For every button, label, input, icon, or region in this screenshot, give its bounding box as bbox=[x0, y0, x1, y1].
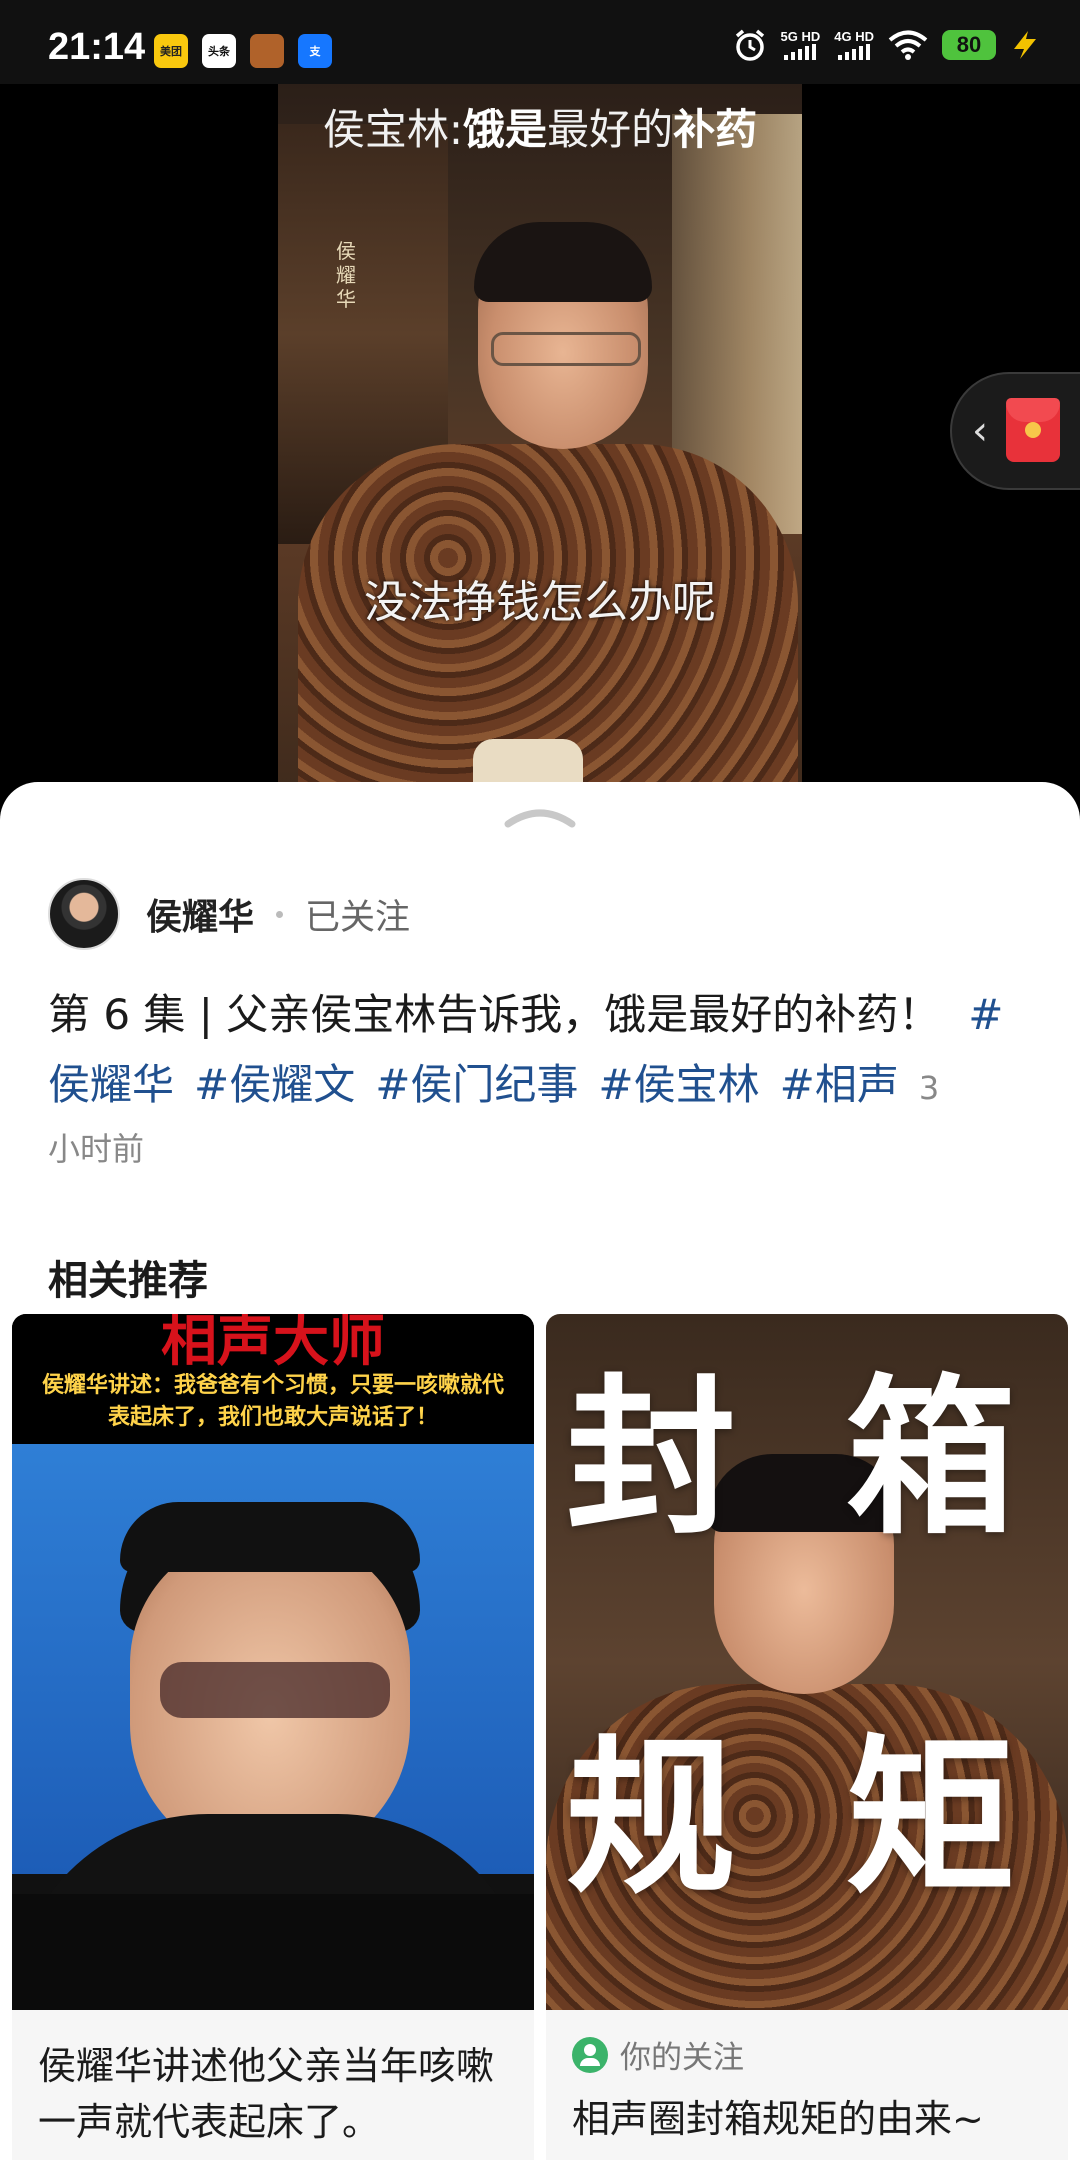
signal-4g: 4G HD bbox=[834, 30, 874, 60]
video-player[interactable]: 侯耀华 侯宝林:饿是最好的补药 没法挣钱怎么办呢 bbox=[0, 84, 1080, 804]
alipay-app-icon: 支 bbox=[298, 34, 332, 68]
red-packet-icon bbox=[1006, 398, 1060, 462]
time-ago-unit: 小时前 bbox=[48, 1130, 145, 1168]
recommendations-title: 相关推荐 bbox=[48, 1258, 208, 1304]
signal-bars-icon bbox=[834, 44, 874, 60]
hashtag[interactable]: #侯宝林 bbox=[598, 1060, 759, 1109]
hashtag[interactable]: #侯门纪事 bbox=[375, 1060, 578, 1109]
card-thumbnail[interactable]: 封 箱 规 矩 bbox=[546, 1314, 1068, 2010]
thumb-headline: 相声大师 bbox=[161, 1314, 385, 1374]
video-subtitle: 没法挣钱怎么办呢 bbox=[364, 577, 716, 628]
thumb-char: 矩 bbox=[846, 1720, 1017, 1918]
chevron-left-icon: ‹ bbox=[972, 408, 988, 454]
wifi-icon bbox=[888, 30, 928, 60]
video-title-bold: 补药 bbox=[673, 105, 758, 154]
signal-5g: 5G HD bbox=[780, 29, 821, 60]
signal-bars-icon bbox=[781, 44, 821, 60]
details-sheet: 侯耀华 已关注 第 6 集 | 父亲侯宝林告诉我，饿是最好的补药！ #侯耀华 #侯耀… bbox=[0, 782, 1080, 2160]
video-frame[interactable]: 侯耀华 bbox=[278, 84, 802, 804]
video-title-part: 侯宝林: bbox=[322, 105, 464, 154]
avatar[interactable] bbox=[48, 878, 120, 950]
notification-app-icons: 美团 头条 支 bbox=[154, 34, 332, 68]
video-title-bold: 饿是 bbox=[463, 105, 548, 154]
video-title-part: 最好的 bbox=[547, 105, 674, 154]
hashtag[interactable]: #相声 bbox=[780, 1060, 899, 1109]
battery-indicator: 80 bbox=[942, 30, 996, 60]
speaker-glasses bbox=[491, 332, 641, 366]
card-thumbnail[interactable]: 相声大师 侯耀华讲述：我爸爸有个习惯，只要一咳嗽就代表起床了，我们也敢大声说话了… bbox=[12, 1314, 534, 2010]
thumb-char: 规 bbox=[566, 1720, 737, 1918]
video-side-calligraphy: 侯耀华 bbox=[336, 239, 356, 311]
meituan-app-icon: 美团 bbox=[154, 34, 188, 68]
video-overlay-title: 侯宝林:饿是最好的补药 bbox=[0, 96, 1080, 157]
status-bar: 21:14 美团 头条 支 5G HD 4G HD 80 bbox=[0, 0, 1080, 84]
separator-dot bbox=[276, 910, 284, 918]
status-time: 21:14 bbox=[48, 26, 146, 68]
author-row: 侯耀华 已关注 bbox=[48, 878, 410, 950]
alarm-icon bbox=[735, 29, 764, 61]
card-body: 侯耀华讲述他父亲当年咳嗽一声就代表起床了。 bbox=[12, 2010, 534, 2160]
time-ago-number: 3 bbox=[918, 1069, 940, 1107]
game-app-icon bbox=[250, 34, 284, 68]
post-description-text: 第 6 集 | 父亲侯宝林告诉我，饿是最好的补药！ bbox=[48, 990, 941, 1039]
card-body: 你的关注 相声圈封箱规矩的由来~ bbox=[546, 2010, 1068, 2160]
red-packet-float-button[interactable]: ‹ bbox=[950, 372, 1080, 490]
toutiao-app-icon: 头条 bbox=[202, 34, 236, 68]
author-name[interactable]: 侯耀华 bbox=[146, 888, 254, 940]
thumb-sunglasses bbox=[160, 1662, 390, 1718]
network-label-4g: 4G HD bbox=[834, 29, 874, 44]
collapse-handle-icon[interactable] bbox=[500, 802, 580, 830]
recommendation-card[interactable]: 封 箱 规 矩 你的关注 相声圈封箱规矩的由来~ bbox=[546, 1314, 1068, 2160]
card-title[interactable]: 相声圈封箱规矩的由来~ bbox=[572, 2091, 1042, 2147]
thumb-char: 箱 bbox=[846, 1360, 1017, 1558]
status-right: 5G HD 4G HD 80 bbox=[733, 28, 1040, 62]
charging-icon bbox=[1014, 31, 1036, 59]
thumb-hairline bbox=[120, 1502, 420, 1572]
followed-badge: 你的关注 bbox=[572, 2032, 1042, 2077]
recommendation-card[interactable]: 相声大师 侯耀华讲述：我爸爸有个习惯，只要一咳嗽就代表起床了，我们也敢大声说话了… bbox=[12, 1314, 534, 2160]
thumb-caption: 侯耀华讲述：我爸爸有个习惯，只要一咳嗽就代表起床了，我们也敢大声说话了！ bbox=[41, 1373, 504, 1430]
user-icon bbox=[572, 2036, 608, 2073]
post-description: 第 6 集 | 父亲侯宝林告诉我，饿是最好的补药！ #侯耀华 #侯耀文 #侯门纪事 #侯… bbox=[48, 980, 1038, 1123]
hashtag[interactable]: #侯耀文 bbox=[194, 1060, 355, 1109]
network-label-5g: 5G HD bbox=[780, 29, 821, 44]
speaker-hair bbox=[474, 222, 652, 302]
thumb-bottom-band bbox=[12, 1894, 534, 2010]
followed-badge-label: 你的关注 bbox=[620, 2040, 744, 2076]
thumb-char: 封 bbox=[566, 1360, 737, 1558]
card-title[interactable]: 侯耀华讲述他父亲当年咳嗽一声就代表起床了。 bbox=[38, 2038, 508, 2150]
follow-status[interactable]: 已关注 bbox=[305, 889, 410, 940]
